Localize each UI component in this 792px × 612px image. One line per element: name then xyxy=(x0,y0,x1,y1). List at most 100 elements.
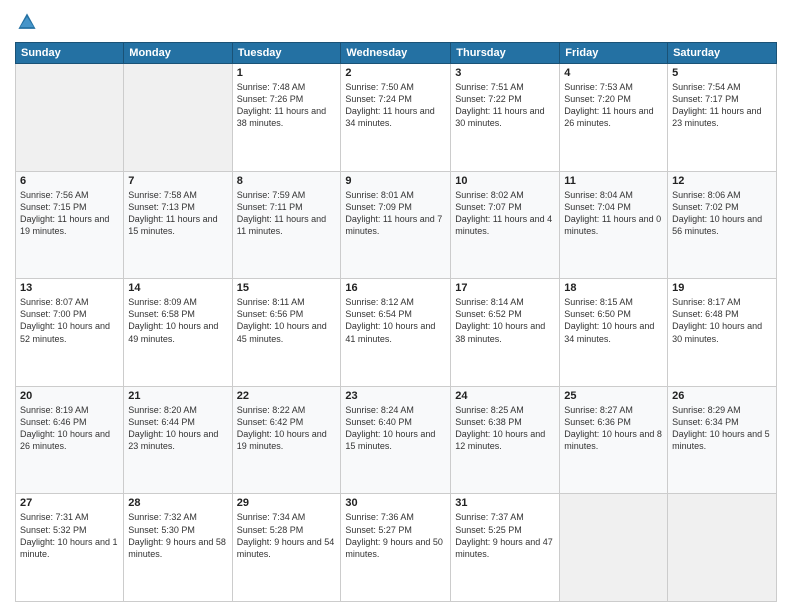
calendar-cell: 19 Sunrise: 8:17 AM Sunset: 6:48 PM Dayli… xyxy=(668,279,777,387)
week-row-2: 13 Sunrise: 8:07 AM Sunset: 7:00 PM Dayli… xyxy=(16,279,777,387)
calendar-cell: 10 Sunrise: 8:02 AM Sunset: 7:07 PM Dayli… xyxy=(451,171,560,279)
day-number: 22 xyxy=(237,390,337,402)
day-number: 29 xyxy=(237,497,337,509)
day-number: 15 xyxy=(237,282,337,294)
calendar-cell: 28 Sunrise: 7:32 AM Sunset: 5:30 PM Dayli… xyxy=(124,494,232,602)
day-number: 30 xyxy=(345,497,446,509)
weekday-header-monday: Monday xyxy=(124,43,232,64)
header xyxy=(15,10,777,34)
day-info: Sunrise: 8:02 AM Sunset: 7:07 PM Dayligh… xyxy=(455,189,555,238)
day-number: 8 xyxy=(237,175,337,187)
day-info: Sunrise: 7:34 AM Sunset: 5:28 PM Dayligh… xyxy=(237,511,337,560)
calendar-cell: 21 Sunrise: 8:20 AM Sunset: 6:44 PM Dayli… xyxy=(124,386,232,494)
calendar-cell xyxy=(668,494,777,602)
day-info: Sunrise: 8:29 AM Sunset: 6:34 PM Dayligh… xyxy=(672,404,772,453)
calendar-cell: 8 Sunrise: 7:59 AM Sunset: 7:11 PM Daylig… xyxy=(232,171,341,279)
week-row-3: 20 Sunrise: 8:19 AM Sunset: 6:46 PM Dayli… xyxy=(16,386,777,494)
day-number: 28 xyxy=(128,497,227,509)
day-info: Sunrise: 7:59 AM Sunset: 7:11 PM Dayligh… xyxy=(237,189,337,238)
page: SundayMondayTuesdayWednesdayThursdayFrid… xyxy=(0,0,792,612)
day-info: Sunrise: 8:01 AM Sunset: 7:09 PM Dayligh… xyxy=(345,189,446,238)
day-number: 7 xyxy=(128,175,227,187)
calendar-cell: 7 Sunrise: 7:58 AM Sunset: 7:13 PM Daylig… xyxy=(124,171,232,279)
day-info: Sunrise: 7:50 AM Sunset: 7:24 PM Dayligh… xyxy=(345,81,446,130)
calendar-cell: 25 Sunrise: 8:27 AM Sunset: 6:36 PM Dayli… xyxy=(560,386,668,494)
calendar-cell: 17 Sunrise: 8:14 AM Sunset: 6:52 PM Dayli… xyxy=(451,279,560,387)
calendar-cell: 24 Sunrise: 8:25 AM Sunset: 6:38 PM Dayli… xyxy=(451,386,560,494)
weekday-header-wednesday: Wednesday xyxy=(341,43,451,64)
calendar-cell: 9 Sunrise: 8:01 AM Sunset: 7:09 PM Daylig… xyxy=(341,171,451,279)
calendar-cell: 6Sunrise: 7:56 AM Sunset: 7:15 PM Daylig… xyxy=(16,171,124,279)
day-number: 11 xyxy=(564,175,663,187)
generalblue-icon xyxy=(15,10,39,34)
calendar-cell: 11 Sunrise: 8:04 AM Sunset: 7:04 PM Dayli… xyxy=(560,171,668,279)
day-info: Sunrise: 8:19 AM Sunset: 6:46 PM Dayligh… xyxy=(20,404,119,453)
logo xyxy=(15,10,39,34)
weekday-header-thursday: Thursday xyxy=(451,43,560,64)
calendar-cell: 31 Sunrise: 7:37 AM Sunset: 5:25 PM Dayli… xyxy=(451,494,560,602)
day-number: 14 xyxy=(128,282,227,294)
calendar-cell: 29 Sunrise: 7:34 AM Sunset: 5:28 PM Dayli… xyxy=(232,494,341,602)
day-number: 21 xyxy=(128,390,227,402)
day-number: 24 xyxy=(455,390,555,402)
calendar-cell xyxy=(560,494,668,602)
day-number: 18 xyxy=(564,282,663,294)
calendar-cell: 12 Sunrise: 8:06 AM Sunset: 7:02 PM Dayli… xyxy=(668,171,777,279)
day-info: Sunrise: 8:07 AM Sunset: 7:00 PM Dayligh… xyxy=(20,296,119,345)
calendar-cell: 20 Sunrise: 8:19 AM Sunset: 6:46 PM Dayli… xyxy=(16,386,124,494)
weekday-header-saturday: Saturday xyxy=(668,43,777,64)
day-info: Sunrise: 8:20 AM Sunset: 6:44 PM Dayligh… xyxy=(128,404,227,453)
day-info: Sunrise: 7:58 AM Sunset: 7:13 PM Dayligh… xyxy=(128,189,227,238)
day-number: 26 xyxy=(672,390,772,402)
day-info: Sunrise: 7:54 AM Sunset: 7:17 PM Dayligh… xyxy=(672,81,772,130)
calendar-cell: 18 Sunrise: 8:15 AM Sunset: 6:50 PM Dayli… xyxy=(560,279,668,387)
day-info: Sunrise: 7:32 AM Sunset: 5:30 PM Dayligh… xyxy=(128,511,227,560)
day-number: 5 xyxy=(672,67,772,79)
day-info: Sunrise: 8:27 AM Sunset: 6:36 PM Dayligh… xyxy=(564,404,663,453)
day-info: Sunrise: 8:22 AM Sunset: 6:42 PM Dayligh… xyxy=(237,404,337,453)
day-info: Sunrise: 7:31 AM Sunset: 5:32 PM Dayligh… xyxy=(20,511,119,560)
calendar-cell: 30 Sunrise: 7:36 AM Sunset: 5:27 PM Dayli… xyxy=(341,494,451,602)
day-info: Sunrise: 8:25 AM Sunset: 6:38 PM Dayligh… xyxy=(455,404,555,453)
day-number: 13 xyxy=(20,282,119,294)
week-row-0: 1 Sunrise: 7:48 AM Sunset: 7:26 PM Daylig… xyxy=(16,64,777,172)
weekday-header-row: SundayMondayTuesdayWednesdayThursdayFrid… xyxy=(16,43,777,64)
calendar-cell: 13 Sunrise: 8:07 AM Sunset: 7:00 PM Dayli… xyxy=(16,279,124,387)
day-info: Sunrise: 8:14 AM Sunset: 6:52 PM Dayligh… xyxy=(455,296,555,345)
day-number: 16 xyxy=(345,282,446,294)
day-info: Sunrise: 8:09 AM Sunset: 6:58 PM Dayligh… xyxy=(128,296,227,345)
day-number: 12 xyxy=(672,175,772,187)
day-number: 19 xyxy=(672,282,772,294)
day-info: Sunrise: 8:15 AM Sunset: 6:50 PM Dayligh… xyxy=(564,296,663,345)
day-info: Sunrise: 7:53 AM Sunset: 7:20 PM Dayligh… xyxy=(564,81,663,130)
day-number: 31 xyxy=(455,497,555,509)
calendar-cell: 16Sunrise: 8:12 AM Sunset: 6:54 PM Dayli… xyxy=(341,279,451,387)
day-number: 9 xyxy=(345,175,446,187)
calendar-cell xyxy=(16,64,124,172)
day-info: Sunrise: 8:06 AM Sunset: 7:02 PM Dayligh… xyxy=(672,189,772,238)
day-number: 17 xyxy=(455,282,555,294)
day-info: Sunrise: 8:04 AM Sunset: 7:04 PM Dayligh… xyxy=(564,189,663,238)
day-number: 23 xyxy=(345,390,446,402)
day-info: Sunrise: 8:17 AM Sunset: 6:48 PM Dayligh… xyxy=(672,296,772,345)
calendar-table: SundayMondayTuesdayWednesdayThursdayFrid… xyxy=(15,42,777,602)
day-number: 4 xyxy=(564,67,663,79)
day-info: Sunrise: 7:37 AM Sunset: 5:25 PM Dayligh… xyxy=(455,511,555,560)
calendar-cell: 26 Sunrise: 8:29 AM Sunset: 6:34 PM Dayli… xyxy=(668,386,777,494)
week-row-4: 27Sunrise: 7:31 AM Sunset: 5:32 PM Dayli… xyxy=(16,494,777,602)
day-number: 1 xyxy=(237,67,337,79)
calendar-cell: 3Sunrise: 7:51 AM Sunset: 7:22 PM Daylig… xyxy=(451,64,560,172)
day-number: 10 xyxy=(455,175,555,187)
weekday-header-sunday: Sunday xyxy=(16,43,124,64)
day-info: Sunrise: 7:36 AM Sunset: 5:27 PM Dayligh… xyxy=(345,511,446,560)
day-info: Sunrise: 8:24 AM Sunset: 6:40 PM Dayligh… xyxy=(345,404,446,453)
day-number: 20 xyxy=(20,390,119,402)
day-info: Sunrise: 7:48 AM Sunset: 7:26 PM Dayligh… xyxy=(237,81,337,130)
day-number: 25 xyxy=(564,390,663,402)
calendar-cell: 1 Sunrise: 7:48 AM Sunset: 7:26 PM Daylig… xyxy=(232,64,341,172)
calendar-cell xyxy=(124,64,232,172)
day-info: Sunrise: 7:51 AM Sunset: 7:22 PM Dayligh… xyxy=(455,81,555,130)
calendar-cell: 2Sunrise: 7:50 AM Sunset: 7:24 PM Daylig… xyxy=(341,64,451,172)
calendar-cell: 22 Sunrise: 8:22 AM Sunset: 6:42 PM Dayli… xyxy=(232,386,341,494)
week-row-1: 6Sunrise: 7:56 AM Sunset: 7:15 PM Daylig… xyxy=(16,171,777,279)
